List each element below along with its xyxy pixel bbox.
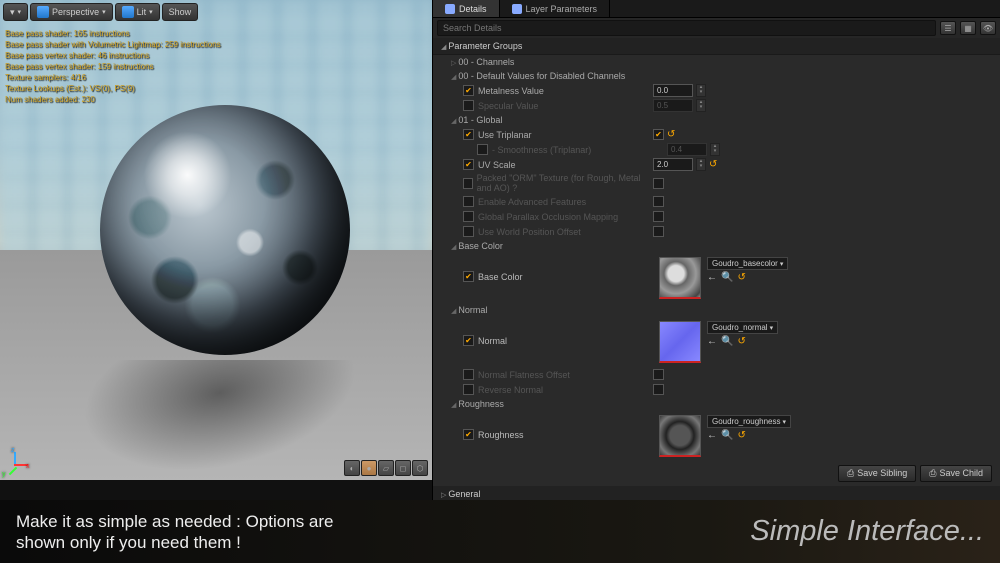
triplanar-value-checkbox[interactable] (653, 129, 664, 140)
advanced-checkbox[interactable] (463, 196, 474, 207)
group-global[interactable]: 01 - Global (433, 113, 1000, 127)
details-icon (445, 4, 455, 14)
sphere-shadow (44, 360, 405, 470)
flatness-value-checkbox[interactable] (653, 369, 664, 380)
uvscale-reset[interactable]: ↺ (709, 159, 717, 170)
shape-sphere-button[interactable]: ● (361, 460, 377, 476)
details-panel: Details Layer Parameters ☰ ▦ 👁 Parameter… (432, 0, 1000, 500)
roughness-thumbnail[interactable] (659, 415, 701, 457)
triplanar-reset[interactable]: ↺ (667, 129, 675, 140)
metalness-checkbox[interactable] (463, 85, 474, 96)
caption-right: Simple Interface... (750, 515, 984, 548)
show-button[interactable]: Show (162, 3, 199, 21)
layer-icon (512, 4, 522, 14)
specular-checkbox[interactable] (463, 100, 474, 111)
normal-thumbnail[interactable] (659, 321, 701, 363)
packed-checkbox[interactable] (463, 178, 473, 189)
triplanar-checkbox[interactable] (463, 129, 474, 140)
roughness-browse-button[interactable]: 🔍 (721, 430, 733, 441)
lit-icon (122, 6, 134, 18)
basecolor-browse-button[interactable]: 🔍 (721, 272, 733, 283)
filter-button[interactable]: ☰ (940, 21, 956, 35)
axis-gizmo[interactable]: z x y (6, 450, 30, 474)
basecolor-thumbnail[interactable] (659, 257, 701, 299)
wpo-checkbox[interactable] (463, 226, 474, 237)
search-input[interactable] (437, 20, 936, 36)
tab-layer-parameters[interactable]: Layer Parameters (500, 0, 611, 17)
parallax-checkbox[interactable] (463, 211, 474, 222)
normal-checkbox[interactable] (463, 335, 474, 346)
viewport[interactable]: ▾ Perspective Lit Show Base pass shader:… (0, 0, 432, 480)
basecolor-checkbox[interactable] (463, 271, 474, 282)
caption-left: Make it as simple as needed : Options ar… (16, 511, 334, 553)
view-grid-button[interactable]: ▦ (960, 21, 976, 35)
group-roughness[interactable]: Roughness (433, 397, 1000, 411)
roughness-reset[interactable]: ↺ (737, 430, 745, 441)
normal-reset[interactable]: ↺ (737, 336, 745, 347)
uvscale-input[interactable]: 2.0 (653, 158, 693, 171)
specular-input[interactable]: 0.5 (653, 99, 693, 112)
shader-info: Base pass shader: 165 instructions Base … (5, 28, 221, 105)
save-sibling-button[interactable]: ⎙ Save Sibling (838, 465, 916, 482)
perspective-button[interactable]: Perspective (30, 3, 113, 21)
reverse-value-checkbox[interactable] (653, 384, 664, 395)
viewport-toolbar: ▾ Perspective Lit Show (3, 3, 198, 21)
wpo-value-checkbox[interactable] (653, 226, 664, 237)
basecolor-use-button[interactable]: ← (707, 272, 717, 283)
normal-texture-dropdown[interactable]: Goudro_normal (707, 321, 778, 334)
eye-toggle-button[interactable]: 👁 (980, 21, 996, 35)
perspective-icon (37, 6, 49, 18)
lit-button[interactable]: Lit (115, 3, 160, 21)
flatness-checkbox[interactable] (463, 369, 474, 380)
group-normal[interactable]: Normal (433, 303, 1000, 317)
uvscale-spinner[interactable] (696, 158, 706, 171)
reverse-normal-checkbox[interactable] (463, 384, 474, 395)
roughness-texture-dropdown[interactable]: Goudro_roughness (707, 415, 791, 428)
specular-spinner[interactable] (696, 99, 706, 112)
metalness-input[interactable]: 0.0 (653, 84, 693, 97)
group-basecolor[interactable]: Base Color (433, 239, 1000, 253)
metalness-spinner[interactable] (696, 84, 706, 97)
normal-use-button[interactable]: ← (707, 336, 717, 347)
group-channels[interactable]: 00 - Channels (433, 55, 1000, 69)
section-general[interactable]: General (433, 486, 1000, 500)
basecolor-reset[interactable]: ↺ (737, 272, 745, 283)
shape-cylinder-button[interactable]: ◐ (344, 460, 360, 476)
roughness-checkbox[interactable] (463, 429, 474, 440)
roughness-use-button[interactable]: ← (707, 430, 717, 441)
smoothness-input[interactable]: 0.4 (667, 143, 707, 156)
smoothness-spinner[interactable] (710, 143, 720, 156)
shape-custom-button[interactable]: ⬡ (412, 460, 428, 476)
uvscale-checkbox[interactable] (463, 159, 474, 170)
tab-details[interactable]: Details (433, 0, 500, 17)
viewport-menu-button[interactable]: ▾ (3, 3, 28, 21)
preview-sphere[interactable] (100, 105, 350, 355)
smoothness-checkbox[interactable] (477, 144, 488, 155)
shape-cube-button[interactable]: ◻ (395, 460, 411, 476)
normal-browse-button[interactable]: 🔍 (721, 336, 733, 347)
basecolor-texture-dropdown[interactable]: Goudro_basecolor (707, 257, 788, 270)
caption-bar: Make it as simple as needed : Options ar… (0, 500, 1000, 563)
packed-value-checkbox[interactable] (653, 178, 664, 189)
viewport-shape-buttons: ◐ ● ▱ ◻ ⬡ (344, 460, 428, 476)
group-defaults[interactable]: 00 - Default Values for Disabled Channel… (433, 69, 1000, 83)
parallax-value-checkbox[interactable] (653, 211, 664, 222)
save-child-button[interactable]: ⎙ Save Child (920, 465, 992, 482)
advanced-value-checkbox[interactable] (653, 196, 664, 207)
shape-plane-button[interactable]: ▱ (378, 460, 394, 476)
section-parameter-groups[interactable]: Parameter Groups (433, 38, 1000, 55)
